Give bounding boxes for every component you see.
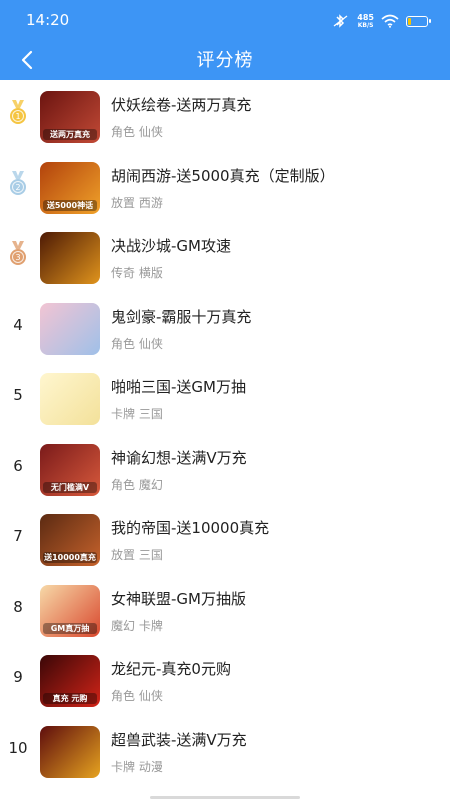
game-tags: 角色 仙侠: [111, 125, 163, 139]
game-name: 龙纪元-真充0元购: [111, 660, 231, 678]
medal-rank-number: 2: [15, 183, 20, 192]
home-indicator[interactable]: [150, 796, 300, 799]
net-speed-value: 485: [357, 12, 374, 22]
game-name: 超兽武装-送满V万充: [111, 730, 247, 749]
medal-rank-number: 3: [15, 253, 20, 262]
game-name: 神谕幻想-送满V万充: [111, 448, 247, 467]
game-list-item[interactable]: 3 决战沙城-GM攻速传奇 横版: [0, 221, 450, 291]
game-tags: 传奇 横版: [111, 266, 163, 280]
game-icon[interactable]: [40, 373, 100, 425]
game-name: 女神联盟-GM万抽版: [111, 589, 246, 608]
game-list-item[interactable]: 8 GM真万抽 女神联盟-GM万抽版魔幻 卡牌: [0, 574, 450, 644]
title-bar: 评分榜: [0, 40, 450, 80]
rank-number: 8: [13, 597, 23, 616]
game-list-item[interactable]: 5 啪啪三国-送GM万抽卡牌 三国: [0, 362, 450, 432]
game-list-item[interactable]: 2 送5000神话 胡闹西游-送5000真充（定制版） 放置 西游: [0, 151, 450, 221]
game-icon-caption: 送10000真充: [43, 552, 97, 563]
game-name: 胡闹西游-送5000真充（定制版）: [111, 166, 335, 185]
game-icon[interactable]: [40, 725, 100, 778]
game-name: 鬼剑豪-霸服十万真充: [111, 307, 252, 326]
status-icons: 485 KB/S: [332, 12, 431, 30]
game-tags: 角色 仙侠: [111, 336, 163, 351]
game-icon[interactable]: 送两万真充: [40, 91, 100, 143]
gold-medal-icon: 1: [10, 100, 26, 124]
game-tags: 角色 仙侠: [111, 689, 163, 703]
game-tags: 魔幻 卡牌: [111, 618, 163, 633]
status-time: 14:20: [26, 11, 70, 29]
game-list-item[interactable]: 4 鬼剑豪-霸服十万真充角色 仙侠: [0, 292, 450, 362]
game-icon-caption: 送两万真充: [43, 129, 97, 140]
game-list-item[interactable]: 7 送10000真充 我的帝国-送10000真充放置 三国: [0, 503, 450, 573]
game-icon[interactable]: 真充 元购: [40, 655, 100, 707]
game-list-item[interactable]: 1 送两万真充 伏妖绘卷-送两万真充角色 仙侠: [0, 80, 450, 150]
network-speed: 485 KB/S: [357, 12, 374, 29]
rank-number: 7: [13, 527, 23, 545]
bluetooth-icon: [333, 14, 348, 28]
game-icon[interactable]: 无门槛满V: [40, 443, 100, 496]
game-name: 我的帝国-送10000真充: [111, 519, 270, 537]
medal-rank-number: 1: [15, 112, 20, 121]
game-icon-caption: 送5000神话: [43, 199, 97, 211]
rank-number: 9: [13, 668, 23, 686]
game-icon[interactable]: 送5000神话: [40, 161, 100, 214]
game-icon[interactable]: GM真万抽: [40, 584, 100, 637]
silver-medal-icon: 2: [10, 170, 26, 195]
game-icon[interactable]: [40, 302, 100, 355]
game-name: 决战沙城-GM攻速: [111, 237, 231, 255]
game-icon[interactable]: [40, 232, 100, 284]
game-list-item[interactable]: 6 无门槛满V 神谕幻想-送满V万充角色 魔幻: [0, 433, 450, 503]
status-bar: 14:20 485 KB/S: [0, 0, 450, 40]
net-speed-unit: KB/S: [357, 21, 374, 29]
wifi-icon: [381, 14, 399, 28]
rank-number: 4: [13, 315, 23, 334]
game-tags: 卡牌 三国: [111, 407, 163, 421]
game-icon-caption: 无门槛满V: [43, 481, 97, 493]
game-name: 啪啪三国-送GM万抽: [111, 378, 246, 396]
rank-number: 5: [13, 386, 23, 404]
rank-number: 10: [8, 738, 28, 757]
game-icon-caption: 真充 元购: [43, 693, 97, 704]
battery-icon: [406, 15, 431, 27]
game-icon-caption: GM真万抽: [43, 622, 97, 634]
game-tags: 卡牌 动漫: [111, 759, 163, 774]
game-list-item[interactable]: 10 超兽武装-送满V万充卡牌 动漫: [0, 715, 450, 785]
game-name: 伏妖绘卷-送两万真充: [111, 96, 252, 114]
bronze-medal-icon: 3: [10, 241, 26, 265]
game-tags: 放置 三国: [111, 548, 163, 562]
game-tags: 放置 西游: [111, 195, 163, 210]
game-list-item[interactable]: 9 真充 元购 龙纪元-真充0元购角色 仙侠: [0, 644, 450, 714]
battery-level: [408, 17, 411, 25]
rank-number: 6: [13, 456, 23, 475]
game-tags: 角色 魔幻: [111, 477, 163, 492]
page-title: 评分榜: [196, 50, 254, 71]
game-icon[interactable]: 送10000真充: [40, 514, 100, 566]
